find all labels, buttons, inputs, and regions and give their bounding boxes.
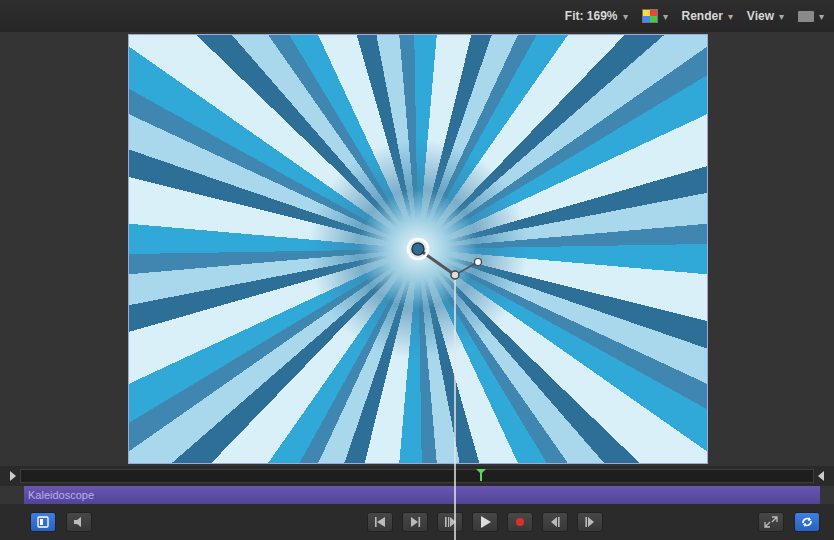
callout-line [454,276,456,540]
fit-label: Fit: 169% [565,9,618,23]
color-channels-icon [642,9,658,23]
fullscreen-button[interactable] [758,512,784,532]
center-handle-icon[interactable] [408,239,428,259]
layout-menu[interactable]: ▾ [798,11,824,22]
dropdown-arrow: ▾ [779,11,784,22]
kaleidoscope-image [129,35,707,463]
back-button[interactable] [542,512,568,532]
loop-icon [800,516,814,528]
canvas [0,32,834,466]
angle-handle-line [418,249,455,275]
offset-handle-icon[interactable] [475,259,482,266]
next-button[interactable] [437,512,463,532]
play-button[interactable] [472,512,498,532]
play-icon [478,516,492,528]
play-range-start-icon[interactable] [10,471,16,481]
back-icon [548,516,562,528]
clip-label: Kaleidoscope [28,489,94,501]
play-range-end-icon[interactable] [818,471,824,481]
dropdown-arrow: ▾ [728,11,733,22]
render-label: Render [682,9,723,23]
audio-icon [72,516,86,528]
mini-timeline[interactable] [0,466,834,486]
record-icon [513,516,527,528]
motion-canvas-window: Fit: 169% ▾ ▾ Render ▾ View ▾ ▾ Kaleidoscope [0,0,834,540]
right-controls [758,512,820,532]
angle-handle-icon[interactable] [451,271,459,279]
onscreen-controls[interactable] [0,0,834,540]
forward-icon [583,516,597,528]
timeline-track[interactable] [20,469,814,483]
center-dot-icon[interactable] [412,243,424,255]
prev-button[interactable] [402,512,428,532]
offset-line [455,262,478,275]
start-button[interactable] [367,512,393,532]
playhead-icon[interactable] [480,469,482,481]
video-frame[interactable] [128,34,708,464]
render-menu[interactable]: Render ▾ [682,9,733,23]
layers-button[interactable] [30,512,56,532]
dropdown-arrow: ▾ [663,11,668,22]
fit-zoom-menu[interactable]: Fit: 169% ▾ [565,9,628,23]
record-button[interactable] [507,512,533,532]
view-menu[interactable]: View ▾ [747,9,784,23]
left-controls [30,512,92,532]
playback-controls [367,512,603,532]
color-channels-menu[interactable]: ▾ [642,9,668,23]
start-icon [373,516,387,528]
fullscreen-icon [764,516,778,528]
loop-button[interactable] [794,512,820,532]
forward-button[interactable] [577,512,603,532]
dropdown-arrow: ▾ [623,11,628,22]
next-icon [443,516,457,528]
view-layout-icon [798,11,814,22]
prev-icon [408,516,422,528]
audio-button[interactable] [66,512,92,532]
canvas-toolbar: Fit: 169% ▾ ▾ Render ▾ View ▾ ▾ [0,0,834,32]
dropdown-arrow: ▾ [819,11,824,22]
layers-icon [36,516,50,528]
transport-bar [0,504,834,540]
view-label: View [747,9,774,23]
clip-bar[interactable]: Kaleidoscope [24,486,820,504]
